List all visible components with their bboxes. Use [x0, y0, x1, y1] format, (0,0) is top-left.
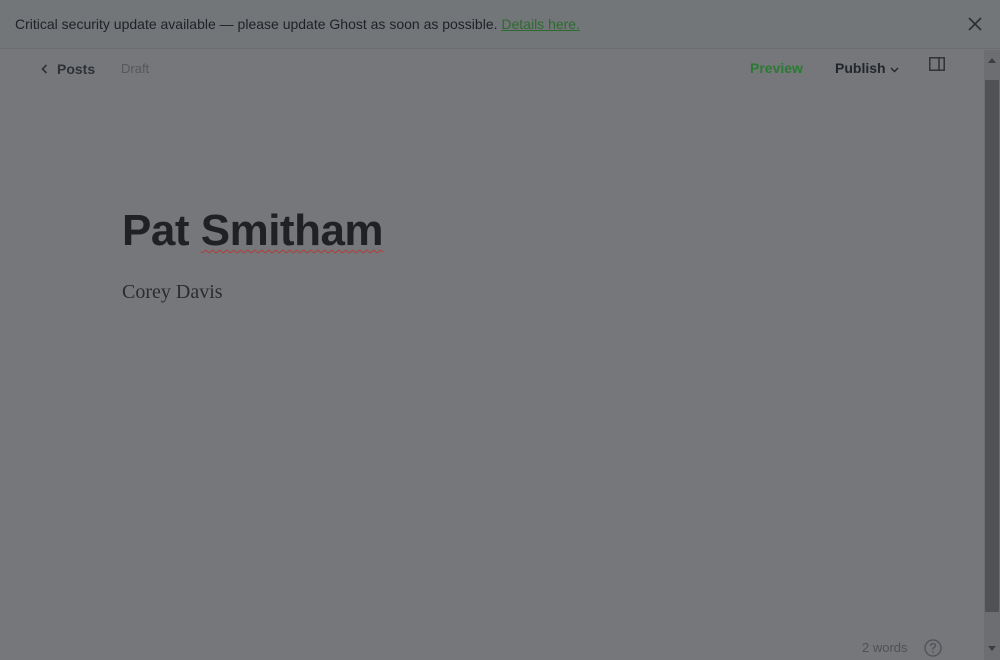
back-to-posts-link[interactable]: Posts — [40, 60, 95, 78]
security-alert-banner: Critical security update available — ple… — [0, 0, 1000, 49]
sidebar-toggle-icon[interactable] — [929, 57, 945, 71]
post-title-word-2: Smitham — [200, 206, 384, 255]
editor-header: Posts Draft Preview Publish — [0, 50, 984, 86]
scrollbar-thumb[interactable] — [985, 80, 999, 612]
banner-message: Critical security update available — ple… — [15, 16, 580, 32]
banner-details-link[interactable]: Details here. — [501, 16, 580, 32]
banner-message-text: Critical security update available — ple… — [15, 16, 498, 32]
post-body[interactable]: Corey Davis — [122, 281, 223, 304]
help-circle-icon[interactable] — [924, 639, 942, 657]
close-icon[interactable] — [966, 15, 984, 33]
preview-button[interactable]: Preview — [750, 60, 803, 76]
post-status: Draft — [121, 61, 150, 76]
vertical-scrollbar[interactable] — [984, 50, 1000, 660]
chevron-left-icon — [41, 64, 48, 74]
editor-page: Critical security update available — ple… — [0, 0, 1000, 660]
back-link-label: Posts — [57, 61, 96, 77]
post-title[interactable]: Pat Smitham — [122, 206, 384, 256]
chevron-down-icon — [890, 67, 899, 72]
scroll-up-arrow-icon[interactable] — [988, 57, 996, 63]
publish-label: Publish — [835, 60, 886, 76]
word-count: 2 words — [862, 640, 908, 655]
scroll-down-arrow-icon[interactable] — [988, 646, 996, 652]
publish-button[interactable]: Publish — [835, 60, 899, 76]
post-title-word-1: Pat — [122, 206, 189, 255]
